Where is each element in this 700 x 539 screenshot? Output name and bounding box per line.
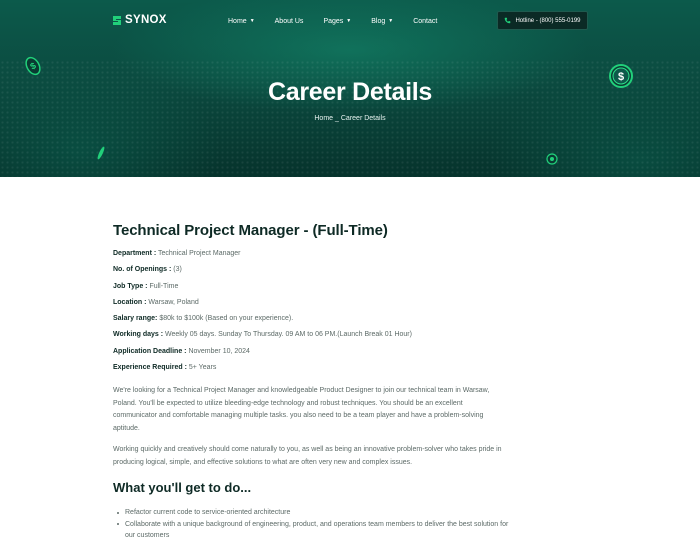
chevron-down-icon: ▼ — [249, 18, 255, 24]
list-item: Refactor current code to service-oriente… — [117, 507, 513, 519]
top-navbar: SYNOX Home ▼ About Us Pages ▼ Blog ▼ Con… — [0, 0, 700, 40]
career-details-content: Technical Project Manager - (Full-Time) … — [113, 222, 513, 539]
detail-working-days: Working days : Weekly 05 days. Sunday To… — [113, 331, 513, 347]
detail-label: No. of Openings : — [113, 266, 172, 274]
nav-item-pages[interactable]: Pages ▼ — [323, 18, 351, 25]
detail-application-deadline: Application Deadline : November 10, 2024 — [113, 348, 513, 364]
nav-item-home[interactable]: Home ▼ — [228, 18, 255, 25]
detail-label: Location : — [113, 298, 147, 306]
nav-item-about[interactable]: About Us — [275, 18, 304, 25]
section-heading: What you'll get to do... — [113, 480, 252, 495]
breadcrumb-separator: _ — [335, 115, 339, 122]
nav-label: Home — [228, 17, 247, 25]
detail-value: Warsaw, Poland — [148, 298, 199, 306]
dollar-coin-icon — [546, 153, 558, 165]
svg-text:$: $ — [618, 71, 624, 83]
logo-mark-icon — [113, 15, 121, 25]
breadcrumb: Home _ Career Details — [0, 115, 700, 122]
detail-label: Experience Required : — [113, 364, 187, 372]
detail-label: Job Type : — [113, 282, 148, 290]
brand-logo[interactable]: SYNOX — [112, 13, 167, 27]
detail-experience: Experience Required : 5+ Years — [113, 364, 513, 380]
hotline-text: Hotline - (800) 555-0199 — [515, 17, 581, 24]
nav-item-blog[interactable]: Blog ▼ — [371, 18, 393, 25]
job-details-list: Department : Technical Project Manager N… — [113, 250, 513, 380]
detail-value: Full-Time — [149, 282, 179, 290]
list-item: Collaborate with a unique background of … — [117, 519, 513, 539]
job-title: Technical Project Manager - (Full-Time) — [113, 222, 388, 239]
page-title: Career Details — [268, 78, 432, 106]
detail-label: Salary range: — [113, 315, 158, 323]
detail-salary-range: Salary range: $80k to $100k (Based on yo… — [113, 315, 513, 331]
chevron-down-icon: ▼ — [346, 18, 352, 24]
job-description-paragraph: Working quickly and creatively should co… — [113, 446, 502, 466]
detail-value: (3) — [173, 266, 182, 274]
nav-item-contact[interactable]: Contact — [413, 18, 437, 25]
nav-label: Pages — [323, 17, 344, 25]
detail-label: Working days : — [113, 331, 164, 339]
detail-label: Department : — [113, 250, 157, 257]
detail-value: November 10, 2024 — [188, 347, 250, 355]
detail-value: 5+ Years — [188, 364, 217, 372]
breadcrumb-current: Career Details — [340, 115, 386, 122]
detail-location: Location : Warsaw, Poland — [113, 299, 513, 315]
detail-job-type: Job Type : Full-Time — [113, 283, 513, 299]
detail-value: $80k to $100k (Based on your experience)… — [159, 315, 294, 323]
detail-value: Technical Project Manager — [158, 250, 241, 257]
dollar-coin-icon: $ — [25, 56, 41, 76]
detail-value: Weekly 05 days. Sunday To Thursday. 09 A… — [165, 331, 412, 339]
detail-department: Department : Technical Project Manager — [113, 250, 513, 266]
nav-label: Contact — [413, 17, 438, 25]
hotline-button[interactable]: Hotline - (800) 555-0199 — [497, 11, 588, 30]
brand-name: SYNOX — [125, 14, 167, 26]
job-description-paragraph: We're looking for a Technical Project Ma… — [113, 387, 490, 432]
nav-label: About Us — [274, 17, 304, 25]
dollar-coin-icon: $ — [609, 64, 633, 88]
coin-edge-icon — [97, 146, 105, 160]
chevron-down-icon: ▼ — [388, 18, 394, 24]
breadcrumb-home-link[interactable]: Home — [314, 115, 333, 122]
responsibilities-list: Refactor current code to service-oriente… — [117, 507, 513, 539]
detail-openings: No. of Openings : (3) — [113, 266, 513, 282]
nav-label: Blog — [371, 17, 386, 25]
phone-icon — [505, 17, 511, 24]
main-menu: Home ▼ About Us Pages ▼ Blog ▼ Contact — [228, 15, 437, 27]
detail-label: Application Deadline : — [113, 347, 187, 355]
page-hero: SYNOX Home ▼ About Us Pages ▼ Blog ▼ Con… — [0, 0, 700, 177]
